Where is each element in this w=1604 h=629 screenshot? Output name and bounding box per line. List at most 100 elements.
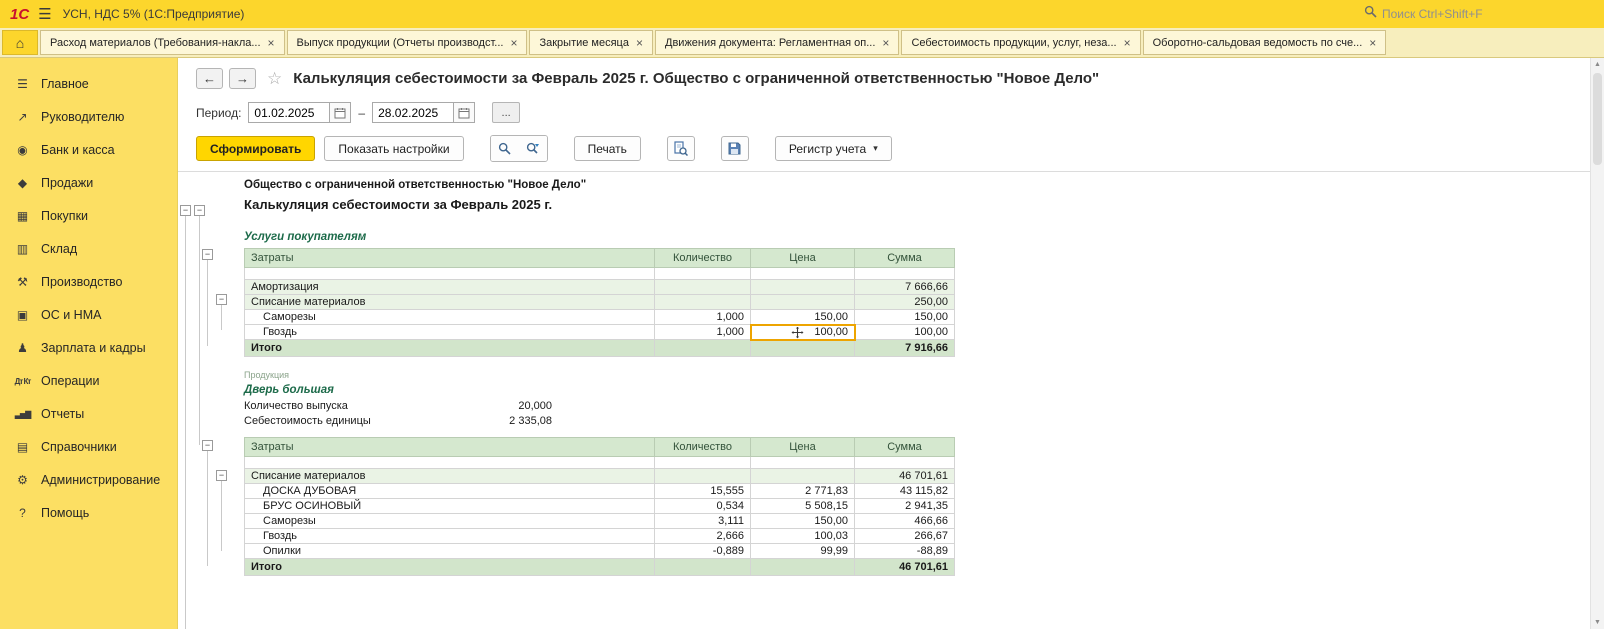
cell-qty[interactable]: 2,666 xyxy=(655,529,751,544)
cell-price[interactable]: 99,99 xyxy=(751,544,855,559)
sidebar-item-pomosch[interactable]: ? Помощь xyxy=(0,497,177,530)
cell-price[interactable] xyxy=(751,280,855,295)
col-header-cena[interactable]: Цена xyxy=(751,438,855,457)
back-button[interactable]: ← xyxy=(196,68,223,89)
cell-sum[interactable]: 266,67 xyxy=(855,529,955,544)
info-label[interactable]: Количество выпуска xyxy=(244,399,468,413)
global-search[interactable] xyxy=(1364,5,1594,23)
cell-name[interactable]: БРУС ОСИНОВЫЙ xyxy=(245,499,655,514)
cell[interactable] xyxy=(751,457,855,469)
collapse-group-icon[interactable]: − xyxy=(216,470,227,481)
tab-oborotno-saldovaya[interactable]: Оборотно-сальдовая ведомость по сче... × xyxy=(1143,30,1387,55)
sidebar-item-os-i-nma[interactable]: ▣ ОС и НМА xyxy=(0,299,177,332)
col-header-zatraty[interactable]: Затраты xyxy=(245,249,655,268)
cell[interactable] xyxy=(245,457,655,469)
sidebar-item-operacii[interactable]: Дт Кт Операции xyxy=(0,365,177,398)
cell-total-sum[interactable]: 46 701,61 xyxy=(855,559,955,576)
cell-price[interactable]: 150,00 xyxy=(751,514,855,529)
col-header-summa[interactable]: Сумма xyxy=(855,438,955,457)
sidebar-item-spravochniki[interactable]: ▤ Справочники xyxy=(0,431,177,464)
col-header-kolichestvo[interactable]: Количество xyxy=(655,249,751,268)
col-header-summa[interactable]: Сумма xyxy=(855,249,955,268)
cell[interactable] xyxy=(655,457,751,469)
cell-price[interactable]: 2 771,83 xyxy=(751,484,855,499)
info-value[interactable]: 20,000 xyxy=(468,399,552,413)
find-next-button[interactable] xyxy=(519,136,547,161)
register-menu-button[interactable]: Регистр учета ▾ xyxy=(775,136,892,161)
cell-sum[interactable]: 43 115,82 xyxy=(855,484,955,499)
cell[interactable] xyxy=(655,340,751,357)
selected-cell[interactable]: 100,00 xyxy=(751,325,855,340)
cell-total-label[interactable]: Итого xyxy=(245,559,655,576)
cell-sum[interactable]: 100,00 xyxy=(855,325,955,340)
scroll-up-icon[interactable]: ▲ xyxy=(1591,61,1604,68)
generate-button[interactable]: Сформировать xyxy=(196,136,315,161)
cell[interactable] xyxy=(855,457,955,469)
close-icon[interactable]: × xyxy=(882,36,889,50)
sidebar-item-glavnoe[interactable]: ☰ Главное xyxy=(0,68,177,101)
cell-price[interactable]: 5 508,15 xyxy=(751,499,855,514)
cell-qty[interactable]: 1,000 xyxy=(655,325,751,340)
cell-name[interactable]: ДОСКА ДУБОВАЯ xyxy=(245,484,655,499)
cell-name[interactable]: Саморезы xyxy=(245,514,655,529)
collapse-group-icon[interactable]: − xyxy=(194,205,205,216)
sidebar-item-zarplata-i-kadry[interactable]: ♟ Зарплата и кадры xyxy=(0,332,177,365)
sidebar-item-sklad[interactable]: ▥ Склад xyxy=(0,233,177,266)
collapse-group-icon[interactable]: − xyxy=(202,249,213,260)
cell[interactable] xyxy=(655,559,751,576)
cell-sum[interactable]: 250,00 xyxy=(855,295,955,310)
calendar-icon[interactable] xyxy=(330,102,351,123)
cell-qty[interactable] xyxy=(655,280,751,295)
cell-qty[interactable]: 0,534 xyxy=(655,499,751,514)
cell[interactable] xyxy=(655,268,751,280)
global-search-input[interactable] xyxy=(1382,7,1572,21)
col-header-kolichestvo[interactable]: Количество xyxy=(655,438,751,457)
cell[interactable] xyxy=(751,340,855,357)
cell-qty[interactable] xyxy=(655,469,751,484)
cell-name[interactable]: Опилки xyxy=(245,544,655,559)
cell-qty[interactable]: 15,555 xyxy=(655,484,751,499)
find-button[interactable] xyxy=(491,136,519,161)
preview-button[interactable] xyxy=(667,136,695,161)
close-icon[interactable]: × xyxy=(1124,36,1131,50)
cell-sum[interactable]: 466,66 xyxy=(855,514,955,529)
info-label[interactable]: Себестоимость единицы xyxy=(244,414,468,428)
cell-qty[interactable]: -0,889 xyxy=(655,544,751,559)
cell-name[interactable]: Списание материалов xyxy=(245,295,655,310)
collapse-group-icon[interactable]: − xyxy=(216,294,227,305)
tab-sebestoimost[interactable]: Себестоимость продукции, услуг, неза... … xyxy=(901,30,1140,55)
cell[interactable] xyxy=(245,268,655,280)
save-button[interactable] xyxy=(721,136,749,161)
scroll-down-icon[interactable]: ▼ xyxy=(1591,619,1604,626)
cell-qty[interactable]: 3,111 xyxy=(655,514,751,529)
cell-price[interactable]: 100,03 xyxy=(751,529,855,544)
cell-sum[interactable]: 2 941,35 xyxy=(855,499,955,514)
tab-raskhod-materialov[interactable]: Расход материалов (Требования-накла... × xyxy=(40,30,285,55)
cell-sum[interactable]: 7 666,66 xyxy=(855,280,955,295)
cell-name[interactable]: Списание материалов xyxy=(245,469,655,484)
cell[interactable] xyxy=(751,268,855,280)
period-from-input[interactable] xyxy=(248,102,330,123)
collapse-group-icon[interactable]: − xyxy=(180,205,191,216)
cell-sum[interactable]: -88,89 xyxy=(855,544,955,559)
collapse-group-icon[interactable]: − xyxy=(202,440,213,451)
cell-total-label[interactable]: Итого xyxy=(245,340,655,357)
calendar-icon[interactable] xyxy=(454,102,475,123)
close-icon[interactable]: × xyxy=(268,36,275,50)
close-icon[interactable]: × xyxy=(636,36,643,50)
vertical-scrollbar[interactable]: ▲ ▼ xyxy=(1590,58,1604,629)
cell-total-sum[interactable]: 7 916,66 xyxy=(855,340,955,357)
tab-vypusk-produkcii[interactable]: Выпуск продукции (Отчеты производст... × xyxy=(287,30,528,55)
cell-price[interactable] xyxy=(751,469,855,484)
scrollbar-thumb[interactable] xyxy=(1593,73,1602,165)
col-header-cena[interactable]: Цена xyxy=(751,249,855,268)
tab-zakrytie-mesyaca[interactable]: Закрытие месяца × xyxy=(529,30,653,55)
cell[interactable] xyxy=(855,268,955,280)
period-options-button[interactable]: ... xyxy=(492,102,520,123)
tab-dvizheniya-dokumenta[interactable]: Движения документа: Регламентная оп... × xyxy=(655,30,899,55)
cell-qty[interactable] xyxy=(655,295,751,310)
cell-sum[interactable]: 150,00 xyxy=(855,310,955,325)
sidebar-item-otchety[interactable]: ▃▅▇ Отчеты xyxy=(0,398,177,431)
sidebar-item-pokupki[interactable]: ▦ Покупки xyxy=(0,200,177,233)
period-to-input[interactable] xyxy=(372,102,454,123)
